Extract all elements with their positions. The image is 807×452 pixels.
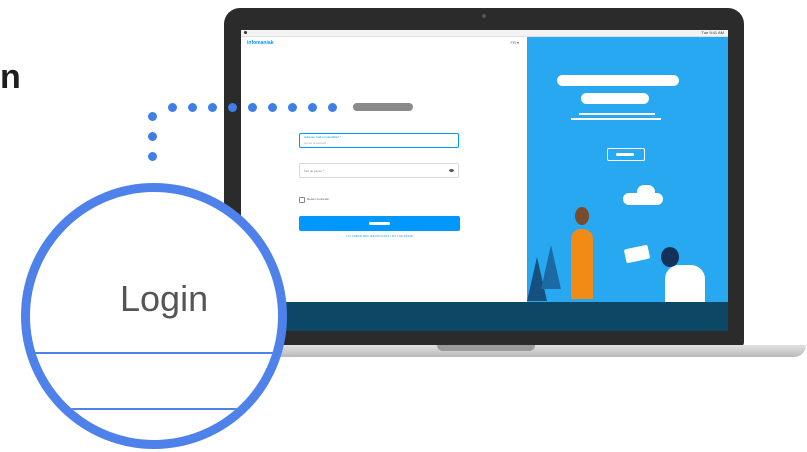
person-illustration [661,247,679,267]
email-label: Adresse mail ou identifiant * [304,135,342,139]
connector-dot [148,112,157,121]
connector-dot [328,103,337,112]
promo-text-line [579,113,655,115]
camera [482,14,486,18]
password-field[interactable]: Mot de passe * [299,163,459,178]
email-field[interactable]: Adresse mail ou identifiant * [email pro… [299,133,459,148]
promo-button-label [616,153,634,156]
connector-dot [148,152,157,161]
promo-subtitle [581,93,649,104]
promo-panel [527,37,728,302]
login-button-label [369,222,390,225]
apple-icon [244,31,247,34]
person-illustration [575,207,589,225]
connector-target [353,103,413,111]
forgot-password-link[interactable]: J'AI OUBLIÉ MES IDENTIFIANTS / MOT DE PA… [299,235,460,238]
eye-icon[interactable] [449,169,454,172]
magnifier-field-line [30,408,278,410]
brand-logo[interactable]: infomaniak [247,40,273,46]
tree-illustration [541,245,561,289]
magnifier-field-line [30,352,278,354]
person-illustration [665,265,705,302]
laptop-notch [437,345,535,351]
connector-dot [148,132,157,141]
laptop-screen: Tue 9:41 AM infomaniak FR ▾ Adresse mail… [241,30,728,331]
login-button[interactable] [299,216,460,231]
promo-text-line [571,118,661,120]
card-illustration [623,244,651,264]
laptop: Tue 9:41 AM infomaniak FR ▾ Adresse mail… [224,8,744,348]
connector-dot [248,103,257,112]
heading-fragment: n [0,58,21,96]
language-selector[interactable]: FR ▾ [511,40,519,45]
remember-checkbox[interactable] [299,197,305,203]
magnifier: Login [21,183,287,449]
promo-title [557,75,679,86]
cloud-illustration [637,185,655,199]
connector-dot [308,103,317,112]
promo-button[interactable] [607,148,645,161]
remember-label: Rester connecté [307,197,329,201]
footer-band [241,302,728,331]
person-illustration [571,229,593,299]
email-placeholder: [email protected] [304,141,327,145]
menubar-status: Tue 9:41 AM [701,30,724,35]
connector-dot [188,103,197,112]
connector-dot [168,103,177,112]
connector-dot [228,103,237,112]
magnifier-login-label: Login [120,278,209,319]
mac-menubar: Tue 9:41 AM [241,30,728,37]
connector-dot [208,103,217,112]
password-placeholder: Mot de passe * [304,169,325,173]
connector-dot [268,103,277,112]
login-panel: infomaniak FR ▾ Adresse mail ou identifi… [241,37,527,302]
connector-dot [288,103,297,112]
